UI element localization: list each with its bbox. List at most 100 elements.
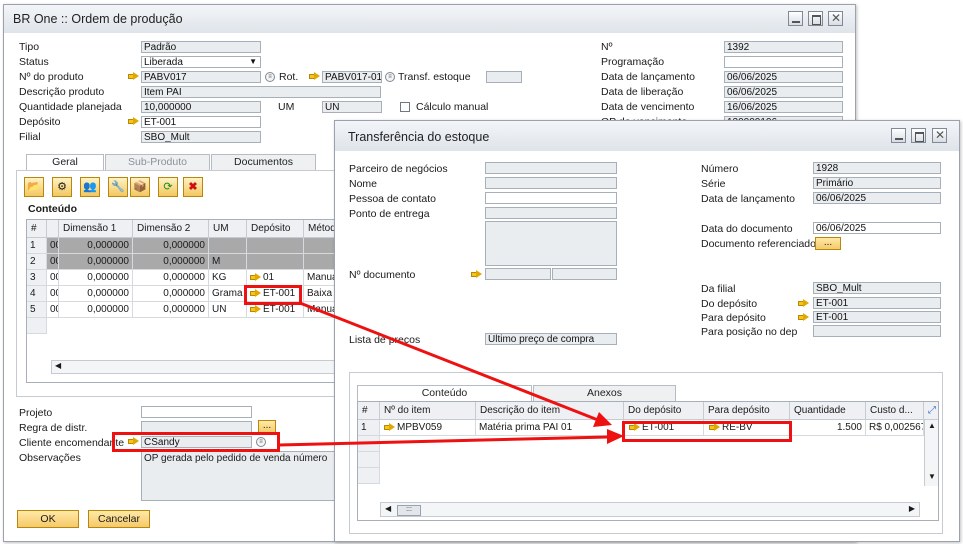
link-arrow-icon[interactable] <box>798 299 809 308</box>
scroll-right-icon[interactable]: ▶ <box>909 504 915 513</box>
link-arrow-icon[interactable] <box>128 117 139 126</box>
grid-cell[interactable]: 0,000000 <box>133 286 209 302</box>
grid-cell[interactable]: 0,000000 <box>133 270 209 286</box>
tipo-field[interactable]: Padrão <box>141 41 261 53</box>
serie-field[interactable]: Primário <box>813 177 941 189</box>
scroll-left-icon[interactable]: ◀ <box>385 504 391 513</box>
label-programacao: Programação <box>601 56 665 68</box>
parceiro-field[interactable] <box>485 162 617 174</box>
tab-sub-produto[interactable]: Sub-Produto <box>105 154 210 170</box>
lista-precos-field[interactable]: Último preço de compra <box>485 333 617 345</box>
grid-cell-item[interactable]: MPBV059 <box>380 420 476 436</box>
ponto-entrega-field[interactable] <box>485 207 617 219</box>
filial-field[interactable]: SBO_Mult <box>141 131 261 143</box>
ok-button[interactable]: OK <box>17 510 79 528</box>
deposito-field[interactable]: ET-001 <box>141 116 261 128</box>
pessoa-contato-field[interactable] <box>485 192 617 204</box>
status-select[interactable]: Liberada ▼ <box>141 56 261 68</box>
data-lancamento-field[interactable]: 06/06/2025 <box>813 192 941 204</box>
nome-field[interactable] <box>485 177 617 189</box>
maximize-button[interactable] <box>808 11 823 26</box>
data-vencimento-field[interactable]: 16/06/2025 <box>724 101 843 113</box>
grid-cell[interactable]: 0,000000 <box>133 302 209 318</box>
projeto-field[interactable] <box>141 406 252 418</box>
grid-cell <box>358 452 380 468</box>
ndocumento-field-2[interactable] <box>552 268 617 280</box>
minimize-button[interactable] <box>788 11 803 26</box>
scroll-down-icon[interactable]: ▼ <box>928 472 936 481</box>
calculo-manual-checkbox[interactable] <box>400 102 410 112</box>
link-arrow-icon[interactable] <box>384 423 395 432</box>
grid-cell[interactable]: 0,000000 <box>59 286 133 302</box>
grid-cell[interactable]: KG <box>209 270 247 286</box>
settings-button[interactable]: ⚙ <box>52 177 72 197</box>
data-liberacao-field[interactable]: 06/06/2025 <box>724 86 843 98</box>
programacao-field[interactable] <box>724 56 843 68</box>
users-button[interactable]: 👥 <box>80 177 100 197</box>
grid-cell: 2 <box>27 254 47 270</box>
endereco-field[interactable] <box>485 221 617 266</box>
tab-conteudo[interactable]: Conteúdo <box>357 385 532 401</box>
tab-geral[interactable]: Geral <box>26 154 104 170</box>
delete-icon: ✖ <box>188 181 198 193</box>
list-icon[interactable]: ≡ <box>385 72 395 82</box>
vertical-scrollbar[interactable]: ▲ ▼ <box>924 420 938 486</box>
grid-header-dim1: Dimensão 1 <box>59 220 133 238</box>
package-button[interactable]: 📦 <box>130 177 150 197</box>
tab-documentos[interactable]: Documentos <box>211 154 316 170</box>
grid-cell[interactable]: 0,000000 <box>59 270 133 286</box>
transf-estoque-field[interactable] <box>486 71 522 83</box>
data-documento-field[interactable]: 06/06/2025 <box>813 222 941 234</box>
para-posicao-field[interactable] <box>813 325 941 337</box>
close-button[interactable]: ✕ <box>828 11 843 26</box>
grid-cell-deposito[interactable]: 01 <box>247 270 304 286</box>
para-deposito-field[interactable]: ET-001 <box>813 311 941 323</box>
grid-cell <box>247 238 304 254</box>
link-arrow-icon[interactable] <box>250 305 261 314</box>
horizontal-scrollbar[interactable]: ◀ ::: ▶ <box>380 502 920 517</box>
observacoes-field[interactable]: OP gerada pelo pedido de venda número <box>141 451 346 501</box>
link-arrow-icon[interactable] <box>128 72 139 81</box>
grid-expand-icon[interactable]: ⤢ <box>924 402 938 420</box>
numero-field[interactable]: 1392 <box>724 41 843 53</box>
numero-field[interactable]: 1928 <box>813 162 941 174</box>
users-icon: 👥 <box>83 181 97 193</box>
produto-field[interactable]: PABV017 <box>141 71 261 83</box>
link-arrow-icon[interactable] <box>471 270 482 279</box>
grid-header-code <box>47 220 59 238</box>
grid-cell[interactable]: R$ 0,002567 <box>866 420 924 436</box>
quantidade-field[interactable]: 10,000000 <box>141 101 261 113</box>
grid-cell[interactable]: UN <box>209 302 247 318</box>
list-icon[interactable]: ≡ <box>265 72 275 82</box>
grid-cell[interactable]: 1.500 <box>790 420 866 436</box>
tab-anexos[interactable]: Anexos <box>533 385 676 401</box>
cancel-button[interactable]: Cancelar <box>88 510 150 528</box>
rot-field[interactable]: PABV017-01 <box>322 71 382 83</box>
horizontal-scrollbar[interactable]: ◀ <box>51 360 345 374</box>
delete-button[interactable]: ✖ <box>183 177 203 197</box>
doc-referenciado-button[interactable]: ... <box>815 237 841 250</box>
close-button[interactable]: ✕ <box>932 128 947 143</box>
data-lancamento-field[interactable]: 06/06/2025 <box>724 71 843 83</box>
tools-button[interactable]: 🔧 <box>108 177 128 197</box>
um-field[interactable]: UN <box>322 101 382 113</box>
link-arrow-icon[interactable] <box>250 273 261 282</box>
label-tipo: Tipo <box>19 41 40 53</box>
scroll-up-icon[interactable]: ▲ <box>928 421 936 430</box>
open-folder-button[interactable]: 📂 <box>24 177 44 197</box>
refresh-button[interactable]: ⟳ <box>158 177 178 197</box>
scroll-thumb[interactable]: ::: <box>397 505 421 516</box>
link-arrow-icon[interactable] <box>798 313 809 322</box>
da-filial-field[interactable]: SBO_Mult <box>813 282 941 294</box>
scroll-left-icon[interactable]: ◀ <box>55 361 61 370</box>
grid-cell[interactable]: Grama <box>209 286 247 302</box>
grid-cell[interactable]: 0,000000 <box>59 302 133 318</box>
minimize-button[interactable] <box>891 128 906 143</box>
ndocumento-field-1[interactable] <box>485 268 551 280</box>
do-deposito-field[interactable]: ET-001 <box>813 297 941 309</box>
descricao-field[interactable]: Item PAI <box>141 86 381 98</box>
grid-cell[interactable]: Matéria prima PAI 01 <box>476 420 624 436</box>
maximize-button[interactable] <box>911 128 926 143</box>
label-descricao: Descrição produto <box>19 86 105 98</box>
link-arrow-icon[interactable] <box>309 72 320 81</box>
